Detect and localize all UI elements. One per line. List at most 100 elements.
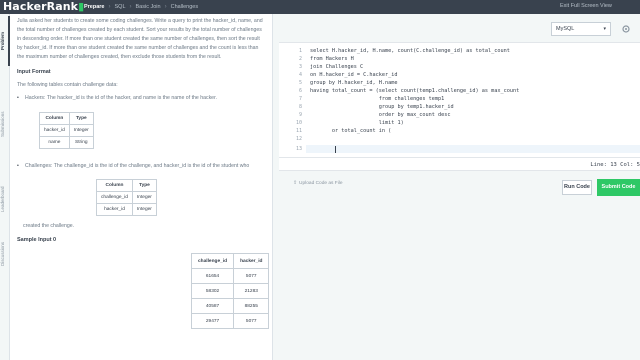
table-cell: 5077: [233, 313, 270, 329]
table-header-row: Column Type: [39, 112, 94, 125]
table-header-row: challenge_id hacker_id: [190, 253, 270, 269]
table-cell: 21283: [233, 283, 270, 299]
line-number: 12: [295, 136, 302, 142]
chevron-right-icon: ›: [129, 4, 132, 10]
upload-label: Upload Code as File: [299, 181, 343, 186]
input-format-heading: Input Format: [17, 69, 51, 75]
code-editor[interactable]: 1 2 3 4 5 6 7 8 9 10 11 12 13 select H.h…: [279, 42, 640, 158]
table-row: challenge_id Integer: [96, 191, 157, 204]
table-row: hacker_id Integer: [39, 124, 94, 137]
gear-icon[interactable]: [621, 24, 631, 34]
table-header: Column: [39, 112, 70, 125]
line-number: 5: [298, 80, 302, 86]
table-cell: 58302: [190, 283, 235, 299]
sample-input-heading: Sample Input 0: [17, 237, 57, 243]
table-row: 58302 21283: [190, 283, 270, 299]
tab-discussions[interactable]: Discussions: [0, 224, 10, 284]
challenges-description: Challenges: The challenge_id is the id o…: [25, 163, 250, 169]
table-header-row: Column Type: [96, 179, 157, 192]
active-line-highlight: [306, 145, 640, 153]
editor-toolbar: MySQL ▾: [279, 14, 640, 42]
table-cell: Integer: [131, 203, 157, 216]
line-number: 10: [295, 120, 302, 126]
challenges-description-cont: created the challenge.: [23, 223, 75, 229]
line-number: 8: [298, 104, 302, 110]
code-line: select H.hacker_id, H.name, count(C.chal…: [310, 48, 510, 54]
breadcrumb-challenges[interactable]: Challenges: [171, 4, 199, 10]
top-navbar: HackerRank▮ Prepare › SQL › Basic Join ›…: [0, 0, 640, 14]
table-cell: hacker_id: [96, 203, 133, 216]
table-cell: 88255: [233, 298, 270, 314]
table-cell: String: [68, 136, 94, 149]
bullet-icon: •: [17, 95, 19, 101]
run-code-button[interactable]: Run Code: [562, 180, 592, 195]
code-line: group by H.hacker_id, H.name: [310, 80, 398, 86]
tab-leaderboard[interactable]: Leaderboard: [0, 169, 10, 229]
breadcrumb-sql[interactable]: SQL: [115, 4, 126, 10]
language-select[interactable]: MySQL ▾: [551, 22, 611, 36]
line-number: 4: [298, 72, 302, 78]
tables-intro: The following tables contain challenge d…: [17, 82, 118, 88]
problem-statement-panel: Julia asked her students to create some …: [10, 14, 272, 360]
breadcrumb: Prepare › SQL › Basic Join › Challenges: [84, 0, 202, 14]
code-line: order by max_count desc: [310, 112, 451, 118]
code-line: limit 1): [310, 120, 404, 126]
editor-status-bar: Line: 13 Col: 5: [279, 157, 640, 171]
tab-submissions[interactable]: Submissions: [0, 94, 10, 154]
code-line: having total_count = (select count(temp1…: [310, 88, 520, 94]
hackers-description: Hackers: The hacker_id is the id of the …: [25, 95, 217, 101]
language-select-value: MySQL: [556, 26, 575, 32]
table-cell: Integer: [131, 191, 157, 204]
line-number: 3: [298, 64, 302, 70]
code-line: on H.hacker_id = C.hacker_id: [310, 72, 398, 78]
upload-code-button[interactable]: ⇪ Upload Code as File: [293, 181, 343, 186]
challenges-table: Column Type challenge_id Integer hacker_…: [96, 179, 157, 216]
bullet-icon: •: [17, 163, 19, 169]
chevron-right-icon: ›: [164, 4, 167, 10]
cursor-position: Line: 13 Col: 5: [590, 162, 640, 168]
line-number-gutter: 1 2 3 4 5 6 7 8 9 10 11 12 13: [279, 43, 306, 158]
text-cursor: [335, 146, 336, 153]
code-line: from challenges temp1: [310, 96, 445, 102]
problem-intro: Julia asked her students to create some …: [17, 18, 263, 60]
table-cell: 29477: [190, 313, 235, 329]
table-cell: hacker_id: [39, 124, 70, 137]
table-cell: 40587: [190, 298, 235, 314]
table-header: Type: [131, 179, 157, 192]
exit-fullscreen-button[interactable]: Exit Full Screen View: [560, 3, 612, 9]
line-number: 7: [298, 96, 302, 102]
code-line: group by temp1.hacker_id: [310, 104, 454, 110]
panel-resize-handle[interactable]: [272, 14, 279, 360]
table-row: name String: [39, 136, 94, 149]
chevron-down-icon: ▾: [603, 26, 606, 32]
breadcrumb-basic-join[interactable]: Basic Join: [136, 4, 161, 10]
list-item: • Challenges: The challenge_id is the id…: [17, 162, 265, 171]
code-line: or total_count in (: [310, 128, 392, 134]
line-number: 13: [295, 146, 302, 152]
sample-input-table: challenge_id hacker_id 61654 5077 58302 …: [190, 253, 270, 329]
line-number: 9: [298, 112, 302, 118]
table-row: hacker_id Integer: [96, 203, 157, 216]
table-cell: name: [39, 136, 70, 149]
code-editor-panel: MySQL ▾ 1 2 3 4 5 6 7 8 9 10 11 12 13 se…: [279, 14, 640, 360]
line-number: 6: [298, 88, 302, 94]
side-tab-strip: Problem Submissions Leaderboard Discussi…: [0, 14, 10, 360]
table-cell: Integer: [68, 124, 94, 137]
submit-code-button[interactable]: Submit Code: [597, 179, 640, 196]
chevron-right-icon: ›: [108, 4, 111, 10]
upload-icon: ⇪: [293, 181, 298, 186]
table-cell: 61654: [190, 268, 235, 284]
logo-text: HackerRank: [3, 0, 79, 13]
table-header: Column: [96, 179, 133, 192]
table-cell: 5077: [233, 268, 270, 284]
table-header: hacker_id: [233, 253, 270, 269]
line-number: 2: [298, 56, 302, 62]
table-header: Type: [68, 112, 94, 125]
table-header: challenge_id: [190, 253, 235, 269]
breadcrumb-prepare[interactable]: Prepare: [84, 4, 105, 10]
table-row: 29477 5077: [190, 313, 270, 329]
table-cell: challenge_id: [96, 191, 133, 204]
tab-problem[interactable]: Problem: [0, 16, 10, 66]
hackerrank-logo[interactable]: HackerRank▮: [3, 0, 84, 14]
hackers-table: Column Type hacker_id Integer name Strin…: [39, 112, 94, 149]
